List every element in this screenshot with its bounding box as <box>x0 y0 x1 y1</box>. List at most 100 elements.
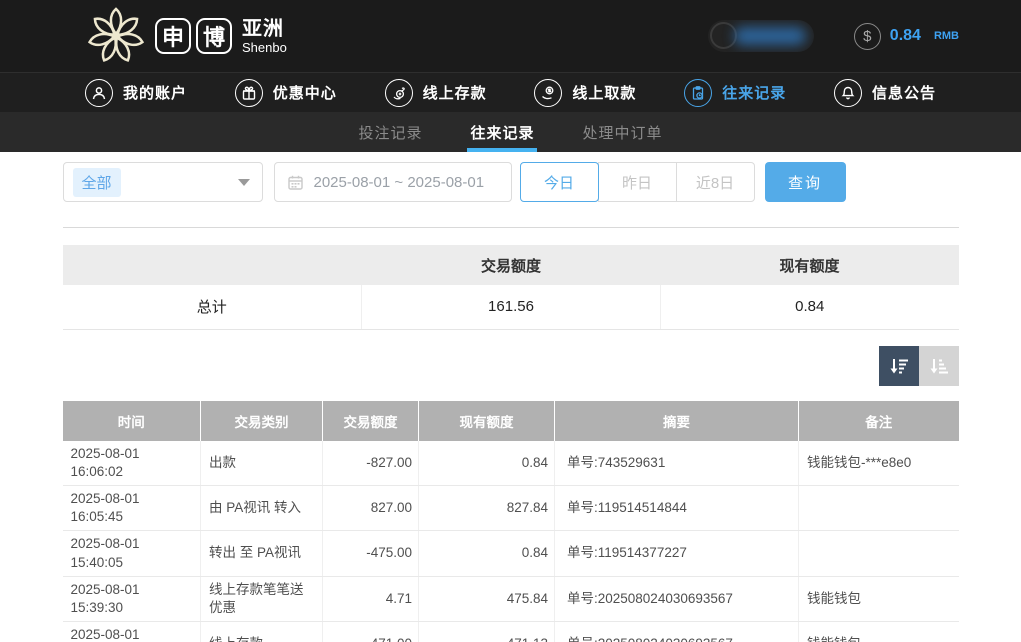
table-row: 2025-08-01 16:06:02 出款 -827.00 0.84 单号:7… <box>63 441 959 486</box>
transactions-table: 时间 交易类别 交易额度 现有额度 摘要 备注 2025-08-01 16:06… <box>63 401 959 642</box>
bell-icon <box>834 79 862 107</box>
cell-balance: 471.13 <box>419 622 555 642</box>
nav-label: 线上取款 <box>572 82 636 103</box>
col-type: 交易类别 <box>201 401 323 441</box>
query-button[interactable]: 查询 <box>765 162 846 202</box>
chevron-down-icon <box>238 179 250 186</box>
cell-remark: 钱能钱包-***e8e0 <box>799 441 959 486</box>
tab-label: 投注记录 <box>358 122 422 143</box>
nav-label: 我的账户 <box>123 82 187 103</box>
balance-amount: 0.84 <box>890 27 921 45</box>
cell-type: 转出 至 PA视讯 <box>201 531 323 576</box>
tab-processing-orders[interactable]: 处理中订单 <box>583 112 663 152</box>
summary-table: 交易额度 现有额度 总计 161.56 0.84 <box>63 245 959 330</box>
tab-label: 往来记录 <box>470 122 534 143</box>
sort-controls <box>63 346 959 386</box>
cell-time: 2025-08-01 16:05:45 <box>63 485 201 530</box>
col-summary: 摘要 <box>555 401 799 441</box>
cell-time: 2025-08-01 15:39:30 <box>63 622 201 642</box>
table-row: 2025-08-01 16:05:45 由 PA视讯 转入 827.00 827… <box>63 485 959 530</box>
cell-remark <box>799 485 959 530</box>
cell-summary: 单号:119514514844 <box>555 485 799 530</box>
sort-descending-button[interactable] <box>879 346 919 386</box>
nav-label: 信息公告 <box>872 82 936 103</box>
cell-transaction-amount: -827.00 <box>323 441 419 486</box>
brand-char-2: 博 <box>196 18 232 54</box>
hand-dollar-icon <box>534 79 562 107</box>
table-row: 2025-08-01 15:39:30 线上存款 471.00 471.13 单… <box>63 622 959 642</box>
cell-summary: 单号:202508024030693567 <box>555 622 799 642</box>
date-range-value: 2025-08-01 ~ 2025-08-01 <box>314 174 485 191</box>
main-nav: 我的账户 优惠中心 线上存款 线上取款 往来记录 信息公告 <box>0 72 1021 112</box>
nav-item-announcements[interactable]: 信息公告 <box>834 79 936 107</box>
date-range-input[interactable]: 2025-08-01 ~ 2025-08-01 <box>274 162 512 202</box>
cell-type: 线上存款笔笔送优惠 <box>201 576 323 621</box>
nav-label: 往来记录 <box>722 82 786 103</box>
table-row: 2025-08-01 15:39:30 线上存款笔笔送优惠 4.71 475.8… <box>63 576 959 621</box>
cell-type: 出款 <box>201 441 323 486</box>
cell-remark: 钱能钱包 <box>799 576 959 621</box>
cell-balance: 475.84 <box>419 576 555 621</box>
clipboard-clock-icon <box>684 79 712 107</box>
user-icon <box>85 79 113 107</box>
cell-transaction-amount: 471.00 <box>323 622 419 642</box>
username-pill-redacted[interactable] <box>708 20 814 52</box>
brand-region: 亚洲 <box>242 19 287 39</box>
nav-item-my-account[interactable]: 我的账户 <box>85 79 187 107</box>
balance-currency: RMB <box>934 30 959 42</box>
sort-ascending-button[interactable] <box>919 346 959 386</box>
hand-coin-icon <box>385 79 413 107</box>
tab-label: 处理中订单 <box>583 122 663 143</box>
avatar <box>710 22 737 49</box>
gift-icon <box>235 79 263 107</box>
category-selected-tag: 全部 <box>73 168 121 197</box>
divider <box>63 227 959 228</box>
cell-remark <box>799 531 959 576</box>
summary-header-empty <box>63 245 362 285</box>
col-time: 时间 <box>63 401 201 441</box>
category-select[interactable]: 全部 <box>63 162 263 202</box>
calendar-icon <box>287 174 304 191</box>
last-8-days-button[interactable]: 近8日 <box>676 162 755 202</box>
top-header: 申 博 亚洲 Shenbo $ 0.84 RMB <box>0 0 1021 72</box>
cell-remark: 钱能钱包 <box>799 622 959 642</box>
summary-header-row: 交易额度 现有额度 <box>63 245 959 285</box>
flower-logo-icon <box>85 6 147 66</box>
cell-transaction-amount: 4.71 <box>323 576 419 621</box>
brand-logo[interactable]: 申 博 亚洲 Shenbo <box>85 6 287 66</box>
nav-label: 优惠中心 <box>273 82 337 103</box>
cell-summary: 单号:202508024030693567 <box>555 576 799 621</box>
col-remark: 备注 <box>799 401 959 441</box>
balance-display[interactable]: $ 0.84 RMB <box>854 23 959 50</box>
quick-date-group: 今日 昨日 近8日 <box>520 162 755 202</box>
summary-balance-total: 0.84 <box>661 285 959 329</box>
sort-descending-icon <box>888 355 910 377</box>
cell-time: 2025-08-01 15:39:30 <box>63 576 201 621</box>
table-row: 2025-08-01 15:40:05 转出 至 PA视讯 -475.00 0.… <box>63 531 959 576</box>
col-balance: 现有额度 <box>419 401 555 441</box>
summary-header-transaction: 交易额度 <box>362 245 661 285</box>
nav-item-online-withdraw[interactable]: 线上取款 <box>534 79 636 107</box>
username-blurred <box>734 27 806 45</box>
brand-char-1: 申 <box>155 18 191 54</box>
summary-total-row: 总计 161.56 0.84 <box>63 285 959 329</box>
tab-transaction-records[interactable]: 往来记录 <box>470 112 534 152</box>
summary-transaction-total: 161.56 <box>362 285 661 329</box>
nav-item-transaction-records[interactable]: 往来记录 <box>684 79 786 107</box>
dollar-coin-icon: $ <box>854 23 881 50</box>
cell-type: 线上存款 <box>201 622 323 642</box>
summary-header-balance: 现有额度 <box>661 245 959 285</box>
brand-subtitle: Shenbo <box>242 41 287 54</box>
yesterday-button[interactable]: 昨日 <box>598 162 677 202</box>
today-button[interactable]: 今日 <box>520 162 599 202</box>
sub-tabbar: 投注记录 往来记录 处理中订单 <box>0 112 1021 152</box>
sort-ascending-icon <box>928 355 950 377</box>
nav-label: 线上存款 <box>423 82 487 103</box>
nav-item-promotions[interactable]: 优惠中心 <box>235 79 337 107</box>
cell-balance: 0.84 <box>419 441 555 486</box>
cell-summary: 单号:119514377227 <box>555 531 799 576</box>
nav-item-online-deposit[interactable]: 线上存款 <box>385 79 487 107</box>
cell-summary: 单号:743529631 <box>555 441 799 486</box>
tab-bet-records[interactable]: 投注记录 <box>358 112 422 152</box>
cell-time: 2025-08-01 15:40:05 <box>63 531 201 576</box>
